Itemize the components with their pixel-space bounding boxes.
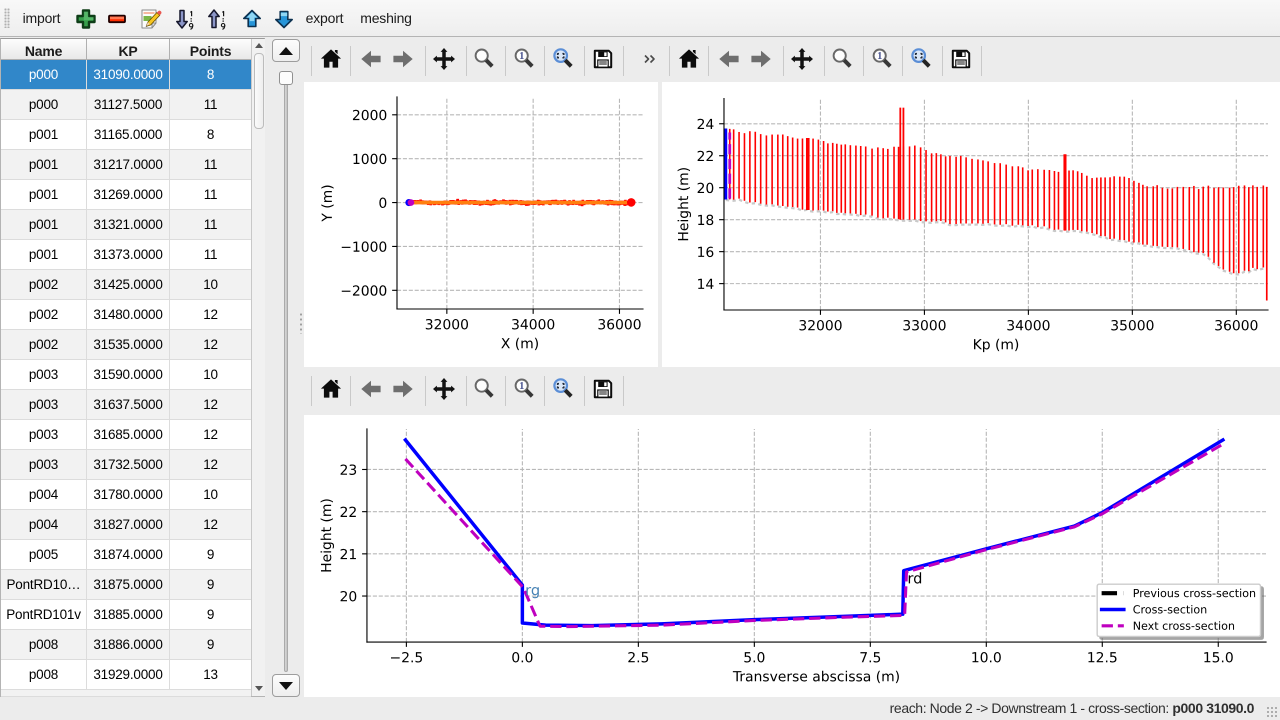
svg-text:1: 1 (519, 51, 524, 62)
svg-text:1: 1 (519, 381, 524, 392)
svg-text:1: 1 (877, 51, 882, 62)
